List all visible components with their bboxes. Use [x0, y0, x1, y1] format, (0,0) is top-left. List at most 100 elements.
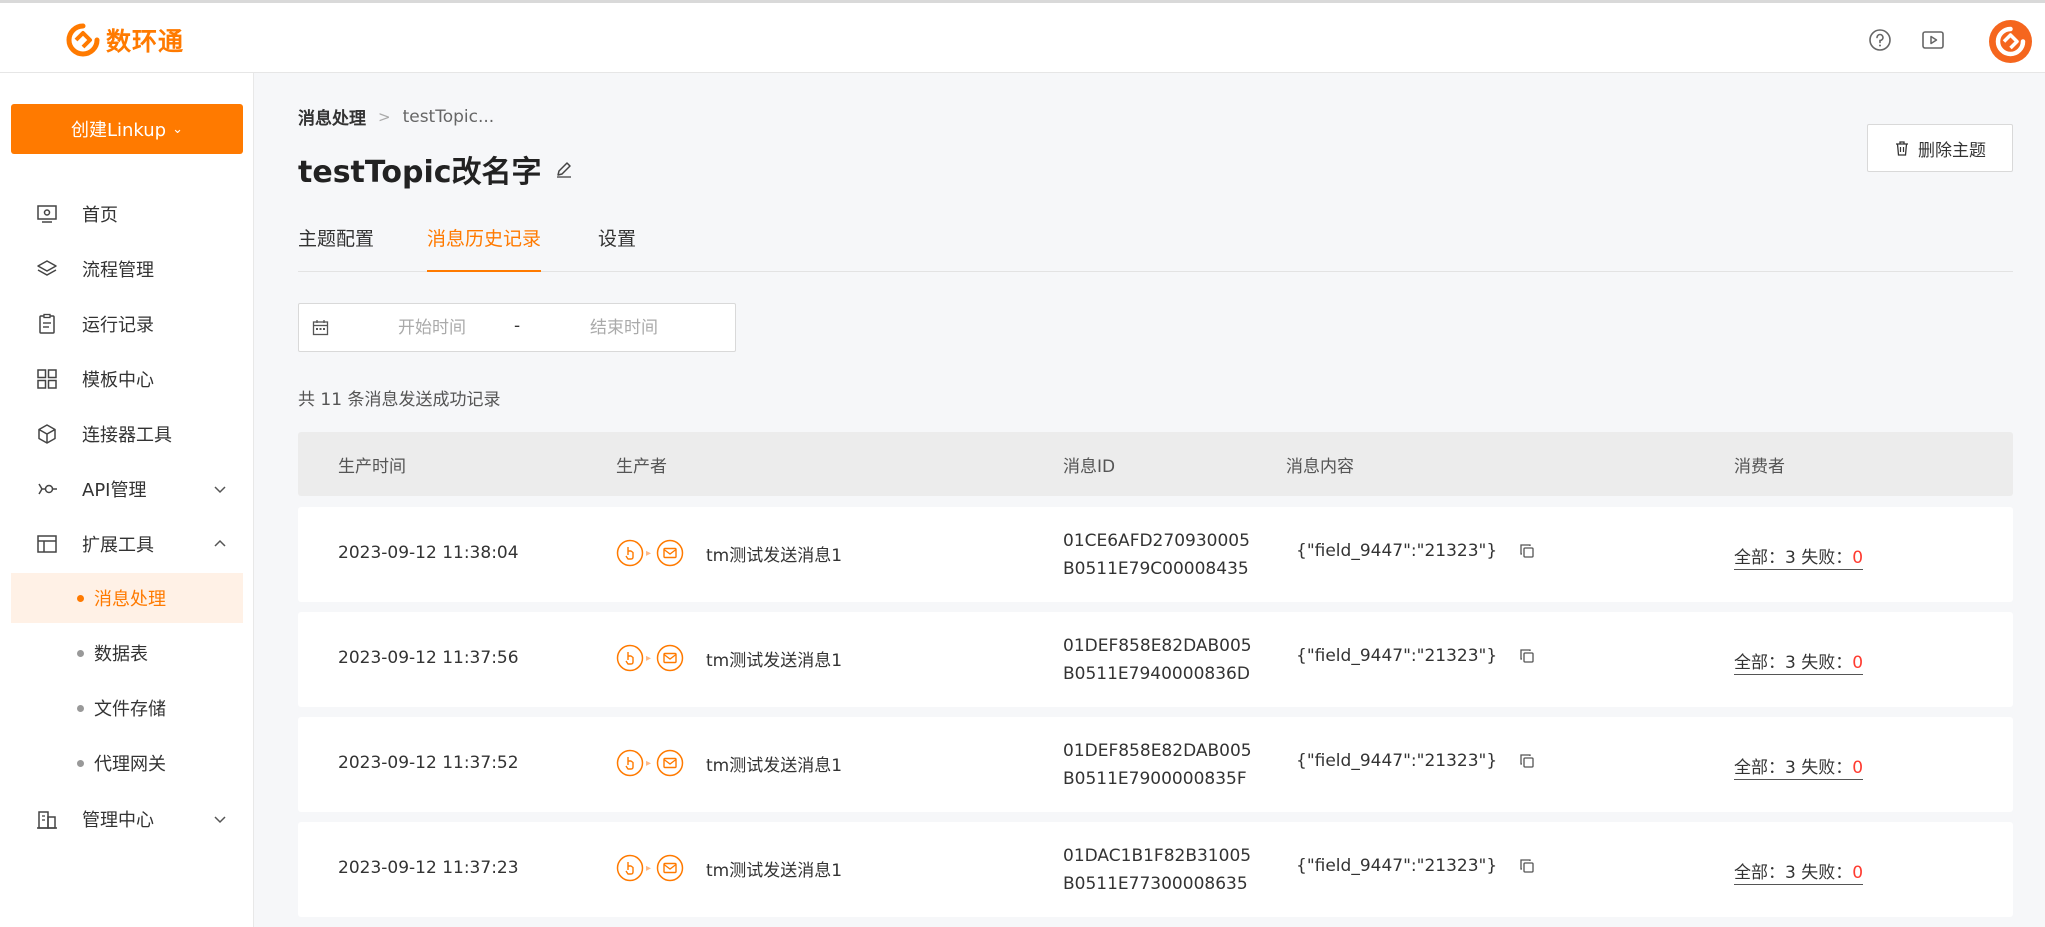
copy-icon[interactable]: [1519, 858, 1535, 874]
sidebar-subitem-data-table[interactable]: 数据表: [11, 628, 243, 678]
consumer-summary: 全部：3 失败：: [1734, 653, 1853, 673]
table-row: 2023-09-12 11:37:23 ▸ tm测试发送消息1 01DAC1B1…: [298, 822, 2013, 917]
chevron-down-icon: ⌄: [172, 121, 184, 137]
row-producer: ▸ tm测试发送消息1: [616, 539, 842, 567]
consumer-link[interactable]: 全部：3 失败：0: [1734, 858, 1864, 885]
create-linkup-label: 创建Linkup: [70, 120, 167, 141]
row-content: {"field_9447":"21323"}: [1296, 541, 1535, 561]
sidebar-item-label: 首页: [82, 205, 118, 226]
row-message-id: 01DAC1B1F82B31005 B0511E77300008635: [1063, 842, 1251, 898]
edit-icon[interactable]: [554, 159, 574, 179]
copy-icon[interactable]: [1519, 648, 1535, 664]
layout-icon: [37, 535, 57, 553]
trigger-hand-icon: [616, 749, 644, 777]
consumer-link[interactable]: 全部：3 失败：0: [1734, 753, 1864, 780]
sidebar-item-label: 管理中心: [82, 810, 154, 831]
logo-mark-icon: [66, 23, 100, 57]
sidebar-item-label: 运行记录: [82, 315, 154, 336]
sidebar-item-admin[interactable]: 管理中心: [0, 796, 254, 842]
copy-icon[interactable]: [1519, 753, 1535, 769]
producer-name: tm测试发送消息1: [706, 860, 843, 881]
message-id-line1: 01DAC1B1F82B31005: [1063, 846, 1252, 866]
sidebar-item-label: 流程管理: [82, 260, 154, 281]
tab-topic-config[interactable]: 主题配置: [298, 224, 374, 272]
chevron-down-icon: [214, 816, 226, 824]
delete-topic-button[interactable]: 删除主题: [1867, 124, 2013, 172]
create-linkup-button[interactable]: 创建Linkup ⌄: [11, 104, 243, 154]
arrow-right-icon: ▸: [646, 547, 652, 559]
help-circle-icon[interactable]: [1867, 27, 1893, 53]
sidebar-subitem-file-storage[interactable]: 文件存储: [11, 683, 243, 733]
chevron-down-icon: [214, 486, 226, 494]
sidebar-item-templates[interactable]: 模板中心: [0, 356, 254, 402]
message-content-text: {"field_9447":"21323"}: [1296, 646, 1498, 666]
message-icon: [656, 539, 684, 567]
row-content: {"field_9447":"21323"}: [1296, 751, 1535, 771]
end-time-input[interactable]: [549, 314, 699, 342]
sidebar-subitem-message-processing[interactable]: 消息处理: [11, 573, 243, 623]
layers-icon: [37, 260, 57, 276]
arrow-right-icon: ▸: [646, 862, 652, 874]
row-message-id: 01DEF858E82DAB005 B0511E7900000835F: [1063, 737, 1252, 793]
sidebar-item-run-records[interactable]: 运行记录: [0, 301, 254, 347]
message-id-line2: B0511E79C00008435: [1063, 559, 1249, 579]
page-title-text: testTopic改名字: [298, 155, 542, 190]
column-header-content: 消息内容: [1286, 457, 1354, 477]
message-icon: [656, 854, 684, 882]
copy-icon[interactable]: [1519, 543, 1535, 559]
tab-message-history[interactable]: 消息历史记录: [427, 224, 542, 272]
table-row: 2023-09-12 11:38:04 ▸ tm测试发送消息1 01CE6AFD…: [298, 507, 2013, 602]
start-time-input[interactable]: [357, 314, 507, 342]
sidebar-subitem-label: 消息处理: [94, 589, 166, 610]
cube-icon: [38, 424, 56, 444]
producer-name: tm测试发送消息1: [706, 650, 843, 671]
trigger-hand-icon: [616, 539, 644, 567]
fail-count: 0: [1852, 758, 1864, 778]
consumer-summary: 全部：3 失败：: [1734, 758, 1853, 778]
top-bar: 数环通: [0, 0, 2045, 73]
consumer-link[interactable]: 全部：3 失败：0: [1734, 648, 1864, 675]
message-icon: [656, 749, 684, 777]
fail-count: 0: [1852, 548, 1864, 568]
column-header-consumer: 消费者: [1734, 457, 1785, 477]
chevron-up-icon: [214, 539, 226, 547]
logo[interactable]: 数环通: [66, 22, 184, 58]
consumer-link[interactable]: 全部：3 失败：0: [1734, 543, 1864, 570]
message-content-text: {"field_9447":"21323"}: [1296, 751, 1498, 771]
trigger-hand-icon: [616, 854, 644, 882]
date-range-picker[interactable]: -: [298, 303, 736, 352]
consumer-summary: 全部：3 失败：: [1734, 548, 1853, 568]
clipboard-icon: [39, 313, 55, 334]
bullet-dot: [77, 649, 84, 657]
sidebar-item-label: API管理: [82, 480, 147, 501]
api-icon: [38, 483, 57, 495]
row-producer: ▸ tm测试发送消息1: [616, 854, 842, 882]
tab-settings[interactable]: 设置: [598, 224, 636, 272]
column-header-message-id: 消息ID: [1063, 457, 1116, 477]
home-icon: [37, 205, 57, 223]
sidebar-item-connectors[interactable]: 连接器工具: [0, 411, 254, 457]
bullet-dot: [77, 759, 84, 767]
grid-icon: [37, 369, 57, 389]
avatar[interactable]: [1989, 20, 2032, 63]
sidebar-item-extensions[interactable]: 扩展工具: [0, 521, 254, 567]
sidebar-item-label: 连接器工具: [82, 425, 172, 446]
video-icon[interactable]: [1920, 27, 1946, 53]
tab-bar: 主题配置 消息历史记录 设置: [298, 224, 2013, 272]
sidebar-subitem-label: 代理网关: [94, 754, 166, 775]
row-time: 2023-09-12 11:38:04: [338, 543, 519, 563]
trigger-hand-icon: [616, 644, 644, 672]
row-producer: ▸ tm测试发送消息1: [616, 644, 842, 672]
breadcrumb-root[interactable]: 消息处理: [298, 104, 366, 129]
message-id-line2: B0511E7900000835F: [1063, 769, 1247, 789]
sidebar-subitem-label: 数据表: [94, 644, 148, 665]
sidebar-item-home[interactable]: 首页: [0, 191, 254, 237]
sidebar-item-api[interactable]: API管理: [0, 466, 254, 512]
record-count: 共 11 条消息发送成功记录: [298, 390, 501, 410]
bullet-dot: [77, 704, 84, 712]
sidebar-subitem-proxy-gateway[interactable]: 代理网关: [11, 738, 243, 788]
message-id-line1: 01DEF858E82DAB005: [1063, 741, 1252, 761]
sidebar-item-flow[interactable]: 流程管理: [0, 246, 254, 292]
message-icon: [656, 644, 684, 672]
trash-icon: [1896, 141, 1908, 156]
